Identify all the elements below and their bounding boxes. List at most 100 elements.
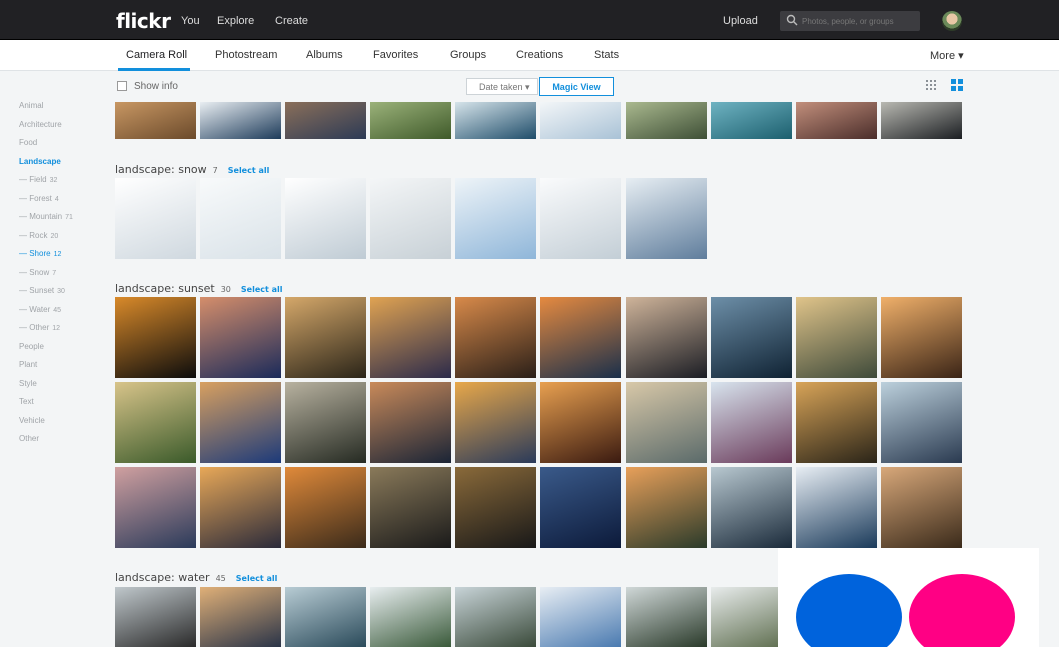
photo-thumbnail[interactable] <box>115 587 196 647</box>
photo-thumbnail[interactable] <box>370 102 451 139</box>
photo-thumbnail[interactable] <box>200 178 281 259</box>
photo-thumbnail[interactable] <box>285 382 366 463</box>
photo-thumbnail[interactable] <box>285 102 366 139</box>
photo-thumbnail[interactable] <box>115 178 196 259</box>
tab-favorites[interactable]: Favorites <box>373 49 418 61</box>
photo-thumbnail[interactable] <box>881 297 962 378</box>
photo-thumbnail[interactable] <box>796 102 877 139</box>
photo-thumbnail[interactable] <box>285 467 366 548</box>
section-count: 45 <box>215 574 226 583</box>
sidebar-item[interactable]: Other <box>19 434 39 443</box>
photo-thumbnail[interactable] <box>115 297 196 378</box>
photo-thumbnail[interactable] <box>455 382 536 463</box>
select-all-link[interactable]: Select all <box>228 166 270 175</box>
search-box[interactable] <box>780 11 920 31</box>
tab-camera-roll[interactable]: Camera Roll <box>126 49 187 61</box>
photo-thumbnail[interactable] <box>370 587 451 647</box>
photo-thumbnail[interactable] <box>200 102 281 139</box>
photo-thumbnail[interactable] <box>370 467 451 548</box>
magic-view-button[interactable]: Magic View <box>539 77 614 96</box>
photo-thumbnail[interactable] <box>285 178 366 259</box>
sidebar-item[interactable]: Plant <box>19 360 37 369</box>
photo-thumbnail[interactable] <box>540 297 621 378</box>
nav-explore[interactable]: Explore <box>217 15 254 27</box>
more-menu[interactable]: More ▾ <box>930 49 964 62</box>
photo-thumbnail[interactable] <box>540 382 621 463</box>
small-grid-view-icon[interactable] <box>925 79 937 91</box>
photo-thumbnail[interactable] <box>115 467 196 548</box>
sidebar-item[interactable]: — Other 12 <box>19 323 60 332</box>
photo-thumbnail[interactable] <box>626 102 707 139</box>
photo-thumbnail[interactable] <box>455 178 536 259</box>
sidebar-item[interactable]: Food <box>19 138 37 147</box>
photo-thumbnail[interactable] <box>115 102 196 139</box>
photo-thumbnail[interactable] <box>200 467 281 548</box>
photo-thumbnail[interactable] <box>796 467 877 548</box>
upload-link[interactable]: Upload <box>723 15 758 27</box>
photo-thumbnail[interactable] <box>540 102 621 139</box>
photo-thumbnail[interactable] <box>881 382 962 463</box>
photo-thumbnail[interactable] <box>540 467 621 548</box>
sidebar-item[interactable]: — Shore 12 <box>19 249 61 258</box>
photo-thumbnail[interactable] <box>455 587 536 647</box>
sidebar-item[interactable]: Animal <box>19 101 43 110</box>
date-taken-dropdown[interactable]: Date taken ▾ <box>466 78 538 95</box>
sidebar-item[interactable]: — Sunset 30 <box>19 286 65 295</box>
sidebar-item[interactable]: Architecture <box>19 120 62 129</box>
sidebar-item[interactable]: Vehicle <box>19 416 45 425</box>
select-all-link[interactable]: Select all <box>241 285 283 294</box>
photo-thumbnail[interactable] <box>626 587 707 647</box>
photo-thumbnail[interactable] <box>881 102 962 139</box>
sidebar-item[interactable]: — Mountain 71 <box>19 212 73 221</box>
photo-thumbnail[interactable] <box>455 297 536 378</box>
nav-create[interactable]: Create <box>275 15 308 27</box>
section-title: landscape: snow <box>115 163 207 176</box>
photo-thumbnail[interactable] <box>626 297 707 378</box>
tab-stats[interactable]: Stats <box>594 49 619 61</box>
select-all-link[interactable]: Select all <box>236 574 278 583</box>
sidebar-item[interactable]: — Field 32 <box>19 175 57 184</box>
photo-thumbnail[interactable] <box>455 467 536 548</box>
photo-thumbnail[interactable] <box>711 297 792 378</box>
sidebar-item-count: 71 <box>65 214 73 221</box>
photo-thumbnail[interactable] <box>881 467 962 548</box>
tab-albums[interactable]: Albums <box>306 49 343 61</box>
tab-creations[interactable]: Creations <box>516 49 563 61</box>
show-info-checkbox[interactable] <box>117 81 127 91</box>
sidebar-item[interactable]: — Forest 4 <box>19 194 59 203</box>
sidebar-item[interactable]: People <box>19 342 44 351</box>
sidebar-item[interactable]: Landscape <box>19 157 61 166</box>
nav-you[interactable]: You <box>181 15 200 27</box>
tab-photostream[interactable]: Photostream <box>215 49 277 61</box>
sidebar-item[interactable]: — Water 45 <box>19 305 61 314</box>
search-input[interactable] <box>802 14 916 28</box>
photo-thumbnail[interactable] <box>711 382 792 463</box>
photo-thumbnail[interactable] <box>540 587 621 647</box>
flickr-logo[interactable]: flickr <box>116 9 171 33</box>
photo-thumbnail[interactable] <box>626 382 707 463</box>
photo-thumbnail[interactable] <box>370 178 451 259</box>
sidebar-item[interactable]: Style <box>19 379 37 388</box>
user-avatar[interactable] <box>942 11 962 31</box>
photo-thumbnail[interactable] <box>200 297 281 378</box>
photo-thumbnail[interactable] <box>370 297 451 378</box>
photo-thumbnail[interactable] <box>711 467 792 548</box>
photo-thumbnail[interactable] <box>626 178 707 259</box>
photo-thumbnail[interactable] <box>796 297 877 378</box>
photo-thumbnail[interactable] <box>711 102 792 139</box>
photo-thumbnail[interactable] <box>540 178 621 259</box>
sidebar-item[interactable]: Text <box>19 397 34 406</box>
photo-thumbnail[interactable] <box>370 382 451 463</box>
photo-thumbnail[interactable] <box>796 382 877 463</box>
photo-thumbnail[interactable] <box>200 382 281 463</box>
photo-thumbnail[interactable] <box>115 382 196 463</box>
sidebar-item[interactable]: — Snow 7 <box>19 268 56 277</box>
photo-thumbnail[interactable] <box>455 102 536 139</box>
photo-thumbnail[interactable] <box>626 467 707 548</box>
large-grid-view-icon[interactable] <box>951 79 963 91</box>
photo-thumbnail[interactable] <box>285 297 366 378</box>
photo-thumbnail[interactable] <box>200 587 281 647</box>
sidebar-item[interactable]: — Rock 20 <box>19 231 58 240</box>
photo-thumbnail[interactable] <box>285 587 366 647</box>
tab-groups[interactable]: Groups <box>450 49 486 61</box>
